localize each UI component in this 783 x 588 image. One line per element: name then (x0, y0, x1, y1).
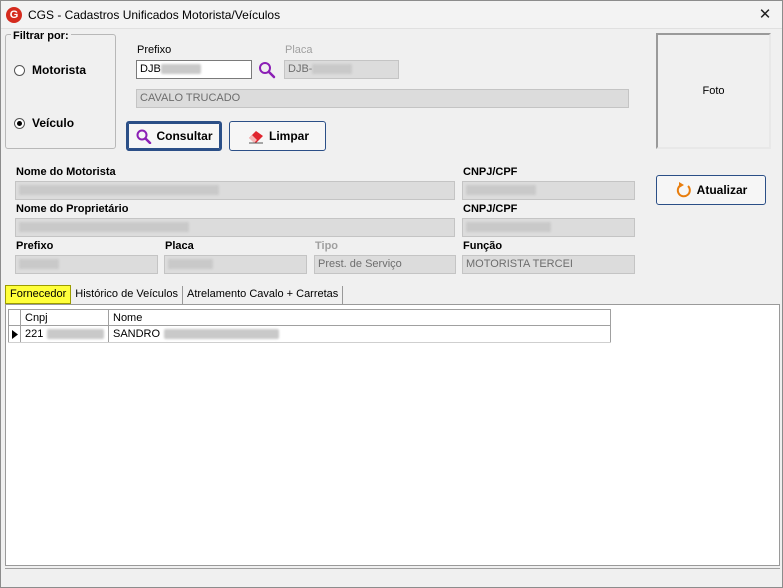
main-window: G CGS - Cadastros Unificados Motorista/V… (0, 0, 783, 588)
radio-motorista-label: Motorista (32, 63, 86, 77)
column-header-nome[interactable]: Nome (108, 310, 611, 325)
prefixo-detail-field (15, 255, 158, 274)
tab-strip: Fornecedor Histórico de Veículos Atrelam… (5, 285, 344, 304)
redacted-value (466, 185, 536, 196)
fornecedor-panel: Cnpj Nome 221 SANDRO (5, 304, 780, 566)
placa-search-value: DJB- (288, 63, 313, 75)
photo-label: Foto (702, 85, 725, 97)
radio-motorista[interactable]: Motorista (14, 63, 86, 77)
tipo-label: Tipo (315, 240, 339, 252)
redacted-value (312, 64, 353, 75)
status-bar (5, 568, 780, 585)
prefixo-search-label: Prefixo (137, 44, 172, 56)
cnpj-value: 221 (25, 328, 44, 340)
tipo-field: Prest. de Serviço (314, 255, 456, 274)
proprietario-cnpj-label: CNPJ/CPF (463, 203, 518, 215)
tab-fornecedor[interactable]: Fornecedor (5, 285, 72, 304)
funcao-field: MOTORISTA TERCEI (462, 255, 635, 274)
eraser-icon (248, 131, 263, 144)
radio-veiculo[interactable]: Veículo (14, 116, 74, 130)
proprietario-name-label: Nome do Proprietário (16, 203, 129, 215)
refresh-icon (676, 182, 691, 198)
vehicle-description-field: CAVALO TRUCADO (136, 89, 629, 108)
prefixo-detail-label: Prefixo (16, 240, 54, 252)
motorista-name-field (15, 181, 455, 200)
placa-detail-field (164, 255, 307, 274)
prefixo-search-value: DJB (140, 63, 161, 75)
consultar-button[interactable]: Consultar (126, 121, 222, 151)
proprietario-name-field (15, 218, 455, 237)
cell-cnpj[interactable]: 221 (20, 326, 108, 342)
consultar-label: Consultar (156, 129, 213, 143)
tab-historico-veiculos[interactable]: Histórico de Veículos (71, 286, 183, 304)
placa-detail-label: Placa (165, 240, 194, 252)
title-bar: G CGS - Cadastros Unificados Motorista/V… (1, 1, 782, 29)
motorista-cnpj-field (462, 181, 635, 200)
close-button[interactable]: ✕ (748, 1, 782, 29)
filter-group-title: Filtrar por: (11, 30, 71, 42)
row-indicator-header (8, 310, 20, 325)
redacted-value (19, 222, 189, 233)
proprietario-cnpj-field (462, 218, 635, 237)
magnifier-icon (136, 129, 152, 144)
redacted-value (19, 259, 59, 270)
radio-motorista-indicator[interactable] (14, 64, 25, 76)
cell-nome[interactable]: SANDRO (108, 326, 611, 342)
redacted-value (160, 64, 201, 75)
limpar-label: Limpar (268, 129, 309, 143)
app-logo-icon: G (6, 7, 22, 23)
tab-atrelamento[interactable]: Atrelamento Cavalo + Carretas (183, 286, 344, 304)
grid-header: Cnpj Nome (8, 309, 611, 326)
prefixo-search-input[interactable]: DJB (136, 60, 252, 79)
redacted-value (47, 329, 104, 339)
atualizar-label: Atualizar (696, 183, 748, 197)
atualizar-button[interactable]: Atualizar (656, 175, 766, 205)
fornecedor-grid: Cnpj Nome 221 SANDRO (8, 309, 611, 343)
placa-search-field: DJB- (284, 60, 399, 79)
placa-search-label: Placa (285, 44, 313, 56)
row-pointer-icon (8, 326, 20, 342)
limpar-button[interactable]: Limpar (229, 121, 326, 151)
search-icon[interactable] (257, 60, 277, 79)
funcao-label: Função (463, 240, 503, 252)
redacted-value (164, 329, 280, 339)
photo-frame: Foto (656, 33, 771, 149)
nome-value: SANDRO (113, 328, 161, 340)
redacted-value (466, 222, 551, 233)
column-header-cnpj[interactable]: Cnpj (20, 310, 108, 325)
radio-veiculo-indicator[interactable] (14, 117, 25, 129)
redacted-value (168, 259, 213, 270)
table-row[interactable]: 221 SANDRO (8, 326, 611, 343)
redacted-value (19, 185, 219, 196)
filter-groupbox (5, 34, 116, 149)
motorista-name-label: Nome do Motorista (16, 166, 116, 178)
window-title: CGS - Cadastros Unificados Motorista/Veí… (28, 8, 281, 22)
radio-veiculo-label: Veículo (32, 116, 75, 130)
motorista-cnpj-label: CNPJ/CPF (463, 166, 518, 178)
